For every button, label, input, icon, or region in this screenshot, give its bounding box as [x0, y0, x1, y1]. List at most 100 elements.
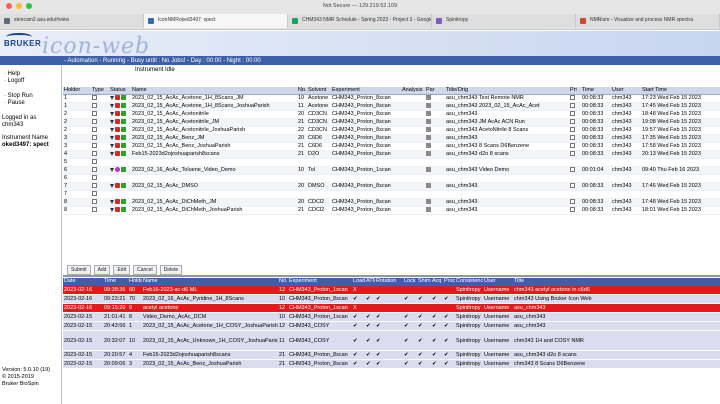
expand-arrow-icon[interactable] [110, 127, 114, 132]
queue-row[interactable]: 3 2023_02_15_AcAc_Benz_JM 20 C6D6 CHM343_Pro… [63, 135, 720, 143]
spectrum-icon[interactable] [121, 95, 126, 101]
browser-tab[interactable]: NMRium - Visualize and process NMR spect… [576, 14, 720, 28]
column-header[interactable]: Start Time [641, 87, 719, 94]
parameter-icon[interactable] [426, 127, 431, 133]
column-header[interactable]: Pri [569, 87, 581, 94]
spectrum-icon[interactable] [121, 119, 126, 125]
history-row[interactable]: 2023-02-15 21:01:41 8 Video_Demo_AcAc_DCM 10… [63, 313, 720, 322]
history-row[interactable]: 2023-02-15 20:09:06 3 2023_02_15_AcAc_Benz_… [63, 360, 720, 369]
history-row[interactable]: 2023-02-16 09:23:21 70 2023_02_16_AcAc_Pyri… [63, 295, 720, 304]
column-header[interactable]: Shim [417, 278, 431, 286]
column-header[interactable]: No. [297, 87, 307, 94]
queue-row[interactable]: 1 2023_02_15_AcAc_Acetone_1H_8Scans_Joshu… [63, 103, 720, 111]
history-row[interactable]: 2023-02-16 09:15:20 9 acetyl acetone 12 CHM34… [63, 304, 720, 313]
select-checkbox[interactable] [92, 111, 97, 117]
queue-row[interactable]: 7 [63, 191, 720, 199]
queue-row[interactable]: 8 2023_02_15_AcAc_DiChMeth_JoshuaParish 21… [63, 207, 720, 215]
parameter-icon[interactable] [426, 135, 431, 141]
priority-checkbox[interactable] [570, 103, 575, 109]
queue-row[interactable]: 8 2023_02_15_AcAc_DiChMeth_JM 20 CDCl2 CHM34… [63, 199, 720, 207]
select-checkbox[interactable] [92, 119, 97, 125]
column-header[interactable]: Proc [443, 278, 455, 286]
logoff-link[interactable]: · Logoff [4, 78, 61, 85]
add-button[interactable]: Add [93, 265, 111, 275]
queue-row[interactable]: 5 [63, 159, 720, 167]
history-row[interactable]: 2023-02-15 20:43:56 1 2023_02_15_AcAc_Aceto… [63, 322, 720, 331]
spectrum-icon[interactable] [121, 183, 126, 189]
expand-arrow-icon[interactable] [110, 207, 114, 212]
column-header[interactable]: Name [142, 278, 278, 286]
delete-button[interactable]: Delete [159, 265, 183, 275]
column-header[interactable]: Solvent [307, 87, 331, 94]
column-header[interactable]: Time [103, 278, 128, 286]
close-window-button[interactable] [6, 3, 12, 9]
priority-checkbox[interactable] [570, 127, 575, 133]
cancel-button[interactable]: Cancel [133, 265, 157, 275]
parameter-icon[interactable] [426, 95, 431, 101]
history-row[interactable]: 2023-02-15 20:20:57 4 Feb15-2023d2ojoshuapa… [63, 351, 720, 360]
column-header[interactable]: Lock [403, 278, 417, 286]
select-checkbox[interactable] [92, 135, 97, 141]
column-header[interactable]: Title/Orig [445, 87, 569, 94]
parameter-icon[interactable] [426, 183, 431, 189]
select-checkbox[interactable] [92, 167, 97, 173]
expand-arrow-icon[interactable] [110, 183, 114, 188]
parameter-icon[interactable] [426, 143, 431, 149]
history-row[interactable]: 2023-02-15 20:32:07 10 2023_02_15_AcAc_Unkn… [63, 331, 720, 351]
expand-arrow-icon[interactable] [110, 135, 114, 140]
expand-arrow-icon[interactable] [110, 167, 114, 172]
spectrum-icon[interactable] [121, 151, 126, 157]
priority-checkbox[interactable] [570, 135, 575, 141]
browser-tab[interactable]: CHM343 NMR Schedule - Spring 2023 - Proj… [288, 14, 432, 28]
column-header[interactable]: No. [278, 278, 288, 286]
queue-row[interactable]: 2 2023_02_15_AcAc_Acetonitrile 20 CD3CN CHM3… [63, 111, 720, 119]
column-header[interactable]: Analysis [401, 87, 425, 94]
column-header[interactable]: User [483, 278, 513, 286]
column-header[interactable]: Name [131, 87, 297, 94]
spectrum-icon[interactable] [121, 199, 126, 205]
queue-row[interactable]: 6 2023_02_16_AcAc_Toluene_Video_Demo 10 Tol… [63, 167, 720, 175]
select-checkbox[interactable] [92, 95, 97, 101]
select-checkbox[interactable] [92, 103, 97, 109]
select-checkbox[interactable] [92, 191, 97, 197]
spectrum-icon[interactable] [121, 207, 126, 213]
priority-checkbox[interactable] [570, 111, 575, 117]
priority-checkbox[interactable] [570, 183, 575, 189]
browser-tab[interactable]: Spinitropy [432, 14, 576, 28]
spectrum-icon[interactable] [121, 167, 126, 173]
panel-divider[interactable] [63, 275, 720, 277]
submit-button[interactable]: Submit [67, 265, 91, 275]
select-checkbox[interactable] [92, 175, 97, 181]
parameter-icon[interactable] [426, 103, 431, 109]
help-link[interactable]: · Help [4, 71, 61, 78]
column-header[interactable]: ATM [365, 278, 375, 286]
priority-checkbox[interactable] [570, 119, 575, 125]
priority-checkbox[interactable] [570, 143, 575, 149]
select-checkbox[interactable] [92, 159, 97, 165]
pause-link[interactable]: · Pause [4, 100, 61, 107]
edit-button[interactable]: Edit [113, 265, 131, 275]
queue-row[interactable]: 7 2023_02_15_AcAc_DMSO 20 DMSO CHM343_Proton… [63, 183, 720, 191]
browser-tab[interactable]: IconNMRoked3497: spect [144, 14, 288, 28]
column-header[interactable]: User [611, 87, 641, 94]
spectrum-icon[interactable] [121, 103, 126, 109]
column-header[interactable]: Title [513, 278, 684, 286]
expand-arrow-icon[interactable] [110, 103, 114, 108]
spectrum-icon[interactable] [121, 135, 126, 141]
select-checkbox[interactable] [92, 199, 97, 205]
browser-tab[interactable]: stencam2.asu.edu/#view [0, 14, 144, 28]
expand-arrow-icon[interactable] [110, 199, 114, 204]
parameter-icon[interactable] [426, 167, 431, 173]
priority-checkbox[interactable] [570, 95, 575, 101]
column-header[interactable]: Load [352, 278, 365, 286]
queue-row[interactable]: 2 2023_02_15_AcAc_Acetonitrile_JoshuaPari… [63, 127, 720, 135]
column-header[interactable]: Acq [431, 278, 443, 286]
minimize-window-button[interactable] [16, 3, 22, 9]
spectrum-icon[interactable] [121, 111, 126, 117]
column-header[interactable]: Date [63, 278, 103, 286]
expand-arrow-icon[interactable] [110, 95, 114, 100]
priority-checkbox[interactable] [570, 151, 575, 157]
expand-arrow-icon[interactable] [110, 143, 114, 148]
stop-run-link[interactable]: · Stop Run [4, 93, 61, 100]
parameter-icon[interactable] [426, 199, 431, 205]
